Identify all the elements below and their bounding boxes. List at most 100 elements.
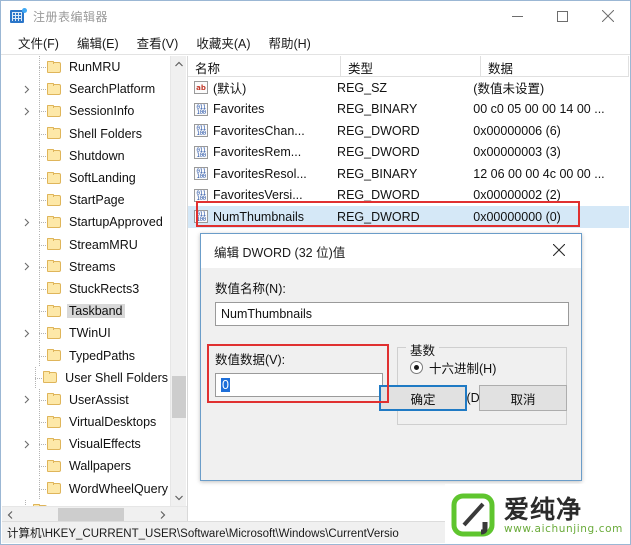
value-type-text: REG_DWORD: [337, 145, 420, 160]
tree-item-twinui[interactable]: TWinUI: [2, 322, 170, 345]
tree-item-label: Shell Folders: [69, 126, 142, 141]
tree-item-sessioninfo[interactable]: SessionInfo: [2, 100, 170, 123]
table-row[interactable]: 011 100 FavoritesRem... REG_DWORD 0x00000003…: [188, 142, 629, 164]
radio-hexadecimal-label: 十六进制(H): [429, 362, 497, 376]
scroll-right-arrow-icon[interactable]: [155, 507, 171, 522]
tree-connector-line: [33, 388, 46, 411]
value-data-input[interactable]: 0: [215, 373, 383, 397]
menu-item-view[interactable]: 查看(V): [128, 31, 188, 54]
tree-item-label: SearchPlatform: [69, 82, 156, 97]
tree-item-searchplatform[interactable]: SearchPlatform: [2, 78, 170, 101]
maximize-button[interactable]: [540, 1, 585, 31]
menu-bar: 文件(F) 编辑(E) 查看(V) 收藏夹(A) 帮助(H): [1, 31, 630, 55]
binary-value-icon: 011 100: [194, 188, 208, 202]
tree-item-wordwheelquery[interactable]: WordWheelQuery: [2, 477, 170, 500]
ok-button[interactable]: 确定: [379, 385, 467, 411]
tree-item-softlanding[interactable]: SoftLanding: [2, 167, 170, 190]
binary-value-icon: 011 100: [194, 210, 208, 224]
value-name-cell: 011 100 FavoritesChan...: [188, 124, 337, 138]
menu-item-favorites[interactable]: 收藏夹(A): [187, 31, 259, 54]
tree-item-label: Shutdown: [69, 148, 125, 163]
tree-connector-line: [33, 144, 46, 167]
radio-hexadecimal[interactable]: 十六进制(H): [410, 358, 556, 377]
chevron-right-icon[interactable]: [20, 433, 33, 455]
registry-tree[interactable]: RunMRU SearchPlatform SessionInfo Shell Fol…: [2, 56, 170, 506]
minimize-button[interactable]: [495, 1, 540, 31]
tree-item-streammru[interactable]: StreamMRU: [2, 233, 170, 256]
tree-item-shutdown[interactable]: Shutdown: [2, 144, 170, 167]
value-data-text: 0x00000000 (0): [473, 209, 561, 224]
value-name-cell: ab (默认): [188, 78, 337, 97]
tree-connector-line: [33, 277, 46, 300]
chevron-right-icon[interactable]: [20, 389, 33, 411]
tree-hscrollbar-thumb[interactable]: [58, 508, 124, 522]
value-data-cell: 0x00000006 (6): [473, 124, 629, 138]
dialog-close-icon[interactable]: [537, 234, 581, 266]
tree-item-wallpapers[interactable]: Wallpapers: [2, 455, 170, 478]
scroll-up-arrow-icon[interactable]: [171, 56, 187, 72]
table-row[interactable]: 011 100 FavoritesVersi... REG_DWORD 0x000000…: [188, 185, 629, 207]
folder-icon: [47, 104, 62, 118]
table-row[interactable]: 011 100 FavoritesChan... REG_DWORD 0x0000000…: [188, 120, 629, 142]
table-row[interactable]: 011 100 FavoritesResol... REG_BINARY 12 06 0…: [188, 163, 629, 185]
value-name-text: FavoritesVersi...: [213, 188, 303, 203]
tree-item-userassist[interactable]: UserAssist: [2, 388, 170, 411]
tree-item-label: VirtualDesktops: [69, 415, 157, 430]
tree-item-label: SessionInfo: [69, 104, 135, 119]
tree-item-stuckrects3[interactable]: StuckRects3: [2, 277, 170, 300]
menu-item-edit[interactable]: 编辑(E): [68, 31, 128, 54]
menu-item-help[interactable]: 帮助(H): [259, 31, 319, 54]
scroll-left-arrow-icon[interactable]: [2, 507, 18, 522]
tree-item-typedpaths[interactable]: TypedPaths: [2, 344, 170, 367]
watermark-url: www.aichunjing.com: [504, 522, 623, 535]
registry-editor-icon: [10, 8, 27, 24]
tree-item-startpage[interactable]: StartPage: [2, 189, 170, 212]
column-header-data[interactable]: 数据: [481, 56, 629, 76]
value-data-cell: 12 06 00 00 4c 00 00 ...: [473, 167, 629, 181]
tree-item-streams[interactable]: Streams: [2, 255, 170, 278]
value-name-label: 数值名称(N):: [215, 282, 286, 296]
folder-icon: [47, 459, 62, 473]
column-header-type[interactable]: 类型: [341, 56, 481, 76]
tree-scrollbar-thumb[interactable]: [172, 376, 186, 418]
table-row[interactable]: 011 100 Favorites REG_BINARY 00 c0 05 00 00 …: [188, 99, 629, 121]
edit-dword-dialog: 编辑 DWORD (32 位)值 数值名称(N): NumThumbnails …: [200, 233, 582, 481]
tree-item-virtualdesktops[interactable]: VirtualDesktops: [2, 411, 170, 434]
column-header-name[interactable]: 名称: [188, 56, 341, 76]
table-row[interactable]: 011 100 NumThumbnails REG_DWORD 0x00000000 (…: [188, 206, 629, 228]
chevron-right-icon[interactable]: [20, 100, 33, 122]
folder-icon: [47, 149, 62, 162]
value-type-cell: REG_DWORD: [337, 210, 473, 224]
table-row[interactable]: ab (默认) REG_SZ (数值未设置): [188, 77, 629, 99]
menu-item-file[interactable]: 文件(F): [9, 31, 68, 54]
dialog-title: 编辑 DWORD (32 位)值: [214, 245, 346, 260]
value-name-text: FavoritesRem...: [213, 145, 302, 160]
tree-item-runmru[interactable]: RunMRU: [2, 56, 170, 79]
chevron-right-icon[interactable]: [20, 211, 33, 233]
value-name-cell: 011 100 FavoritesRem...: [188, 145, 337, 159]
tree-item-label: StreamMRU: [69, 237, 138, 252]
folder-icon: [47, 326, 62, 340]
tree-vertical-scrollbar[interactable]: [170, 56, 186, 506]
registry-values-list[interactable]: ab (默认) REG_SZ (数值未设置) 011 100 Favorites REG_BI…: [188, 77, 629, 228]
tree-item-visualeffects[interactable]: VisualEffects: [2, 433, 170, 456]
value-data-text: 12 06 00 00 4c 00 00 ...: [473, 166, 605, 181]
tree-item-taskband[interactable]: Taskband: [2, 300, 170, 323]
chevron-right-icon[interactable]: [20, 78, 33, 100]
value-data-text: (数值未设置): [473, 82, 545, 97]
tree-connector-line: [33, 189, 46, 212]
tree-connector-line: [33, 122, 46, 145]
chevron-right-icon[interactable]: [20, 322, 33, 344]
tree-item-shell-folders[interactable]: Shell Folders: [2, 122, 170, 145]
tree-item-user-shell-folders[interactable]: User Shell Folders: [2, 366, 170, 389]
binary-value-icon: 011 100: [194, 145, 208, 159]
tree-horizontal-scrollbar[interactable]: [2, 506, 187, 522]
scroll-down-arrow-icon[interactable]: [171, 490, 187, 506]
chevron-right-icon[interactable]: [20, 256, 33, 278]
close-button[interactable]: [585, 1, 630, 31]
tree-item-startupapproved[interactable]: StartupApproved: [2, 211, 170, 234]
cancel-button[interactable]: 取消: [479, 385, 567, 411]
folder-icon: [47, 215, 62, 229]
tree-connector-line: [33, 433, 46, 456]
value-name-input[interactable]: NumThumbnails: [215, 302, 569, 326]
